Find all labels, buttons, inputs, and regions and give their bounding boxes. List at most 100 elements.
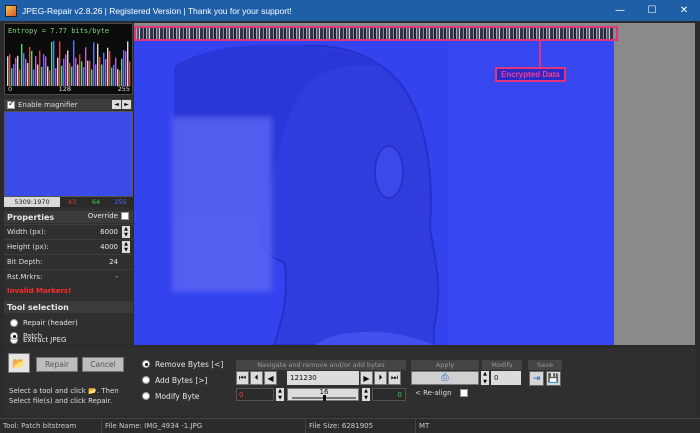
histogram-bar (13, 64, 15, 86)
left-count-stepper[interactable]: ▲ ▼ (276, 388, 284, 401)
modify-stepper[interactable]: ▲ ▼ (481, 371, 489, 385)
histogram-bar (39, 50, 41, 86)
histogram-bar (81, 61, 83, 86)
height-value[interactable]: 4000 (78, 243, 118, 251)
mode-add-bytes-label: Add Bytes [>] (155, 375, 208, 385)
magnifier-right-arrow-icon[interactable]: ► (122, 100, 131, 109)
save-disk-icon[interactable]: 💾 (546, 371, 561, 386)
width-row: Width (px): 6000 ▲ ▼ (4, 224, 133, 238)
magnifier-readout: 5309:1970 43 64 255 (4, 197, 133, 207)
histogram-bar (127, 41, 129, 86)
histogram-bar (51, 41, 53, 86)
bitdepth-row: Bit Depth: 24 (4, 254, 133, 268)
histogram-bar (61, 65, 63, 86)
mode-add-bytes[interactable]: Add Bytes [>] (142, 374, 207, 386)
radio-patch[interactable] (10, 332, 18, 340)
histogram-bar (55, 68, 57, 86)
histogram-bar (9, 54, 11, 86)
byte-slider[interactable]: 16 (287, 388, 359, 401)
pixel-green: 64 (84, 197, 108, 207)
magnifier-left-arrow-icon[interactable]: ◄ (112, 100, 121, 109)
back-icon[interactable]: ◀ (264, 371, 277, 385)
cancel-button[interactable]: Cancel (82, 357, 124, 372)
histogram-bar (91, 69, 93, 86)
histogram-bar (29, 46, 31, 86)
step-back-icon[interactable]: ⏴ (250, 371, 263, 385)
magnifier-view (4, 111, 133, 197)
histogram-bar (11, 68, 13, 86)
histogram-bar (129, 61, 131, 86)
open-folder-button[interactable]: 📂 (8, 353, 30, 373)
image-viewer[interactable]: Encrypted Data (134, 23, 695, 345)
mode-modify-byte[interactable]: Modify Byte (142, 390, 199, 402)
modify-value-input[interactable]: 0 (491, 371, 521, 385)
histogram-bar (95, 64, 97, 86)
mode-modify-byte-label: Modify Byte (155, 391, 200, 401)
radio-modify-byte[interactable] (142, 392, 150, 400)
minimize-button[interactable]: — (604, 0, 636, 21)
histogram-bar (105, 59, 107, 86)
width-value[interactable]: 6000 (78, 228, 118, 236)
radio-remove-bytes[interactable] (142, 360, 150, 368)
histogram-bar (109, 51, 111, 86)
apply-button[interactable]: ⎙ (411, 371, 479, 385)
left-count-input[interactable]: 0 (236, 388, 274, 401)
bottom-panel: 📂 Repair Cancel Select a tool and click … (4, 348, 696, 416)
histogram-bar (47, 66, 49, 86)
forward-icon[interactable]: ▶ (360, 371, 373, 385)
histogram-bar (31, 50, 33, 86)
histogram-bar (25, 58, 27, 86)
slider-knob[interactable] (323, 395, 326, 401)
tool-selection-title: Tool selection (7, 302, 69, 312)
tool-option-repair[interactable]: Repair (header) (10, 317, 78, 329)
step-forward-icon[interactable]: ⏵ (374, 371, 387, 385)
histogram-bar (115, 57, 117, 86)
pixel-coords: 5309:1970 (4, 197, 60, 207)
histogram-bar (35, 56, 37, 86)
maximize-button[interactable]: ☐ (636, 0, 668, 21)
tick-min: 0 (8, 85, 13, 93)
offset-input[interactable]: 121230 (287, 371, 359, 385)
radio-add-bytes[interactable] (142, 376, 150, 384)
realign-checkbox[interactable] (459, 389, 468, 397)
right-count-input[interactable]: 0 (372, 388, 406, 401)
rst-row: Rst.Mrkrs: - (4, 269, 133, 283)
properties-header: Properties Override (4, 211, 133, 223)
histogram-ticks: 0 128 255 (8, 85, 130, 93)
right-count-stepper[interactable]: ▲ ▼ (362, 388, 370, 401)
rst-label: Rst.Mrkrs: (7, 272, 43, 281)
histogram-bar (113, 64, 115, 86)
tool-option-patch[interactable]: Patch (10, 330, 42, 342)
histogram-bar (117, 69, 119, 86)
mode-remove-bytes[interactable]: Remove Bytes [<] (142, 358, 223, 370)
repair-button[interactable]: Repair (36, 357, 78, 372)
status-mode: MT (419, 422, 430, 430)
tool-selection-header: Tool selection (4, 301, 133, 313)
bitdepth-label: Bit Depth: (7, 257, 43, 266)
first-icon[interactable]: ⏮ (236, 371, 249, 385)
histogram-bar (49, 70, 51, 86)
histogram-bar (23, 53, 25, 86)
last-icon[interactable]: ⏭ (388, 371, 401, 385)
height-stepper[interactable]: ▲ ▼ (122, 240, 130, 253)
histogram-bar (111, 67, 113, 86)
histogram-bar (93, 42, 95, 86)
save-export-icon[interactable]: ⇥ (529, 371, 544, 386)
folder-icon: 📂 (12, 356, 26, 370)
override-checkbox[interactable] (121, 212, 129, 220)
histogram-bar (79, 54, 81, 86)
magnifier-checkbox[interactable] (7, 99, 15, 109)
window-controls: — ☐ ✕ (604, 0, 700, 21)
histogram-bar (83, 67, 85, 86)
tick-mid: 128 (58, 85, 72, 93)
width-stepper[interactable]: ▲ ▼ (122, 225, 130, 238)
override-control: Override (88, 212, 129, 220)
close-button[interactable]: ✕ (668, 0, 700, 21)
histogram-bar (37, 64, 39, 86)
radio-repair[interactable] (10, 319, 18, 327)
histogram-bar (7, 56, 9, 86)
pixel-blue: 255 (108, 197, 133, 207)
title-bar: JPEG-Repair v2.8.26 | Registered Version… (0, 0, 700, 21)
histogram-bar (103, 52, 105, 86)
height-label: Height (px): (7, 242, 49, 251)
